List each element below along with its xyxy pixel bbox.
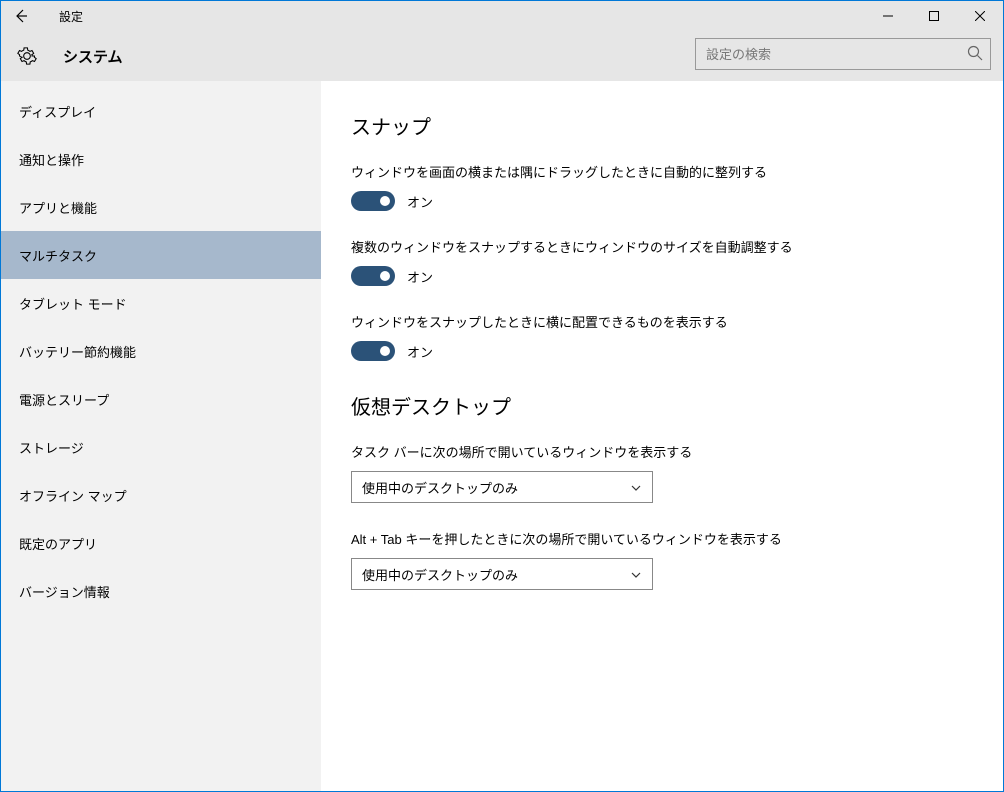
close-button[interactable] bbox=[957, 1, 1003, 31]
sidebar-item-multitask[interactable]: マルチタスク bbox=[1, 231, 321, 279]
sidebar-item-label: 通知と操作 bbox=[19, 150, 84, 169]
sidebar-item-apps[interactable]: アプリと機能 bbox=[1, 183, 321, 231]
back-button[interactable] bbox=[1, 1, 41, 31]
dropdown-value: 使用中のデスクトップのみ bbox=[362, 565, 518, 584]
snap-toggle-2[interactable] bbox=[351, 266, 395, 286]
sidebar-item-label: 電源とスリープ bbox=[19, 390, 109, 409]
snap-setting-2: 複数のウィンドウをスナップするときにウィンドウのサイズを自動調整する オン bbox=[351, 237, 973, 286]
sidebar-item-label: ストレージ bbox=[19, 438, 84, 457]
toggle-state-label: オン bbox=[407, 267, 433, 286]
setting-label: 複数のウィンドウをスナップするときにウィンドウのサイズを自動調整する bbox=[351, 237, 973, 256]
toggle-state-label: オン bbox=[407, 192, 433, 211]
sidebar-item-label: マルチタスク bbox=[19, 246, 97, 265]
sidebar-item-notifications[interactable]: 通知と操作 bbox=[1, 135, 321, 183]
header-bar: システム bbox=[1, 31, 1003, 81]
sidebar-item-label: タブレット モード bbox=[19, 294, 127, 313]
snap-setting-1: ウィンドウを画面の横または隅にドラッグしたときに自動的に整列する オン bbox=[351, 162, 973, 211]
setting-label: ウィンドウを画面の横または隅にドラッグしたときに自動的に整列する bbox=[351, 162, 973, 181]
chevron-down-icon bbox=[630, 482, 642, 494]
section-title: システム bbox=[63, 46, 123, 67]
window-title: 設定 bbox=[59, 8, 83, 25]
chevron-down-icon bbox=[630, 569, 642, 581]
sidebar-item-offline-maps[interactable]: オフライン マップ bbox=[1, 471, 321, 519]
sidebar-item-battery[interactable]: バッテリー節約機能 bbox=[1, 327, 321, 375]
vd-taskbar-setting: タスク バーに次の場所で開いているウィンドウを表示する 使用中のデスクトップのみ bbox=[351, 442, 973, 503]
titlebar: 設定 bbox=[1, 1, 1003, 31]
toggle-row: オン bbox=[351, 266, 973, 286]
snap-toggle-1[interactable] bbox=[351, 191, 395, 211]
snap-toggle-3[interactable] bbox=[351, 341, 395, 361]
sidebar-item-tablet[interactable]: タブレット モード bbox=[1, 279, 321, 327]
vd-taskbar-dropdown[interactable]: 使用中のデスクトップのみ bbox=[351, 471, 653, 503]
window-controls bbox=[865, 1, 1003, 31]
sidebar-item-label: バージョン情報 bbox=[19, 582, 110, 601]
maximize-icon bbox=[929, 11, 939, 21]
maximize-button[interactable] bbox=[911, 1, 957, 31]
sidebar-item-default-apps[interactable]: 既定のアプリ bbox=[1, 519, 321, 567]
toggle-knob bbox=[380, 196, 390, 206]
virtual-desktop-heading: 仮想デスクトップ bbox=[351, 391, 973, 420]
body: ディスプレイ 通知と操作 アプリと機能 マルチタスク タブレット モード バッテ… bbox=[1, 81, 1003, 791]
sidebar-item-label: バッテリー節約機能 bbox=[19, 342, 136, 361]
vd-alttab-setting: Alt + Tab キーを押したときに次の場所で開いているウィンドウを表示する … bbox=[351, 529, 973, 590]
search-container bbox=[695, 38, 991, 70]
sidebar-item-power[interactable]: 電源とスリープ bbox=[1, 375, 321, 423]
sidebar-item-label: 既定のアプリ bbox=[19, 534, 97, 553]
gear-icon bbox=[15, 44, 39, 68]
sidebar-item-label: ディスプレイ bbox=[19, 102, 96, 121]
snap-setting-3: ウィンドウをスナップしたときに横に配置できるものを表示する オン bbox=[351, 312, 973, 361]
toggle-row: オン bbox=[351, 341, 973, 361]
setting-label: ウィンドウをスナップしたときに横に配置できるものを表示する bbox=[351, 312, 973, 331]
sidebar-item-display[interactable]: ディスプレイ bbox=[1, 87, 321, 135]
sidebar-item-label: アプリと機能 bbox=[19, 198, 97, 217]
back-arrow-icon bbox=[13, 8, 29, 24]
sidebar-item-label: オフライン マップ bbox=[19, 486, 127, 505]
sidebar-item-about[interactable]: バージョン情報 bbox=[1, 567, 321, 615]
dropdown-value: 使用中のデスクトップのみ bbox=[362, 478, 518, 497]
vd-alttab-dropdown[interactable]: 使用中のデスクトップのみ bbox=[351, 558, 653, 590]
setting-label: タスク バーに次の場所で開いているウィンドウを表示する bbox=[351, 442, 973, 461]
setting-label: Alt + Tab キーを押したときに次の場所で開いているウィンドウを表示する bbox=[351, 529, 973, 548]
sidebar: ディスプレイ 通知と操作 アプリと機能 マルチタスク タブレット モード バッテ… bbox=[1, 81, 321, 791]
close-icon bbox=[975, 11, 985, 21]
toggle-knob bbox=[380, 271, 390, 281]
minimize-button[interactable] bbox=[865, 1, 911, 31]
minimize-icon bbox=[883, 11, 893, 21]
snap-heading: スナップ bbox=[351, 111, 973, 140]
toggle-row: オン bbox=[351, 191, 973, 211]
search-input[interactable] bbox=[695, 38, 991, 70]
toggle-state-label: オン bbox=[407, 342, 433, 361]
sidebar-item-storage[interactable]: ストレージ bbox=[1, 423, 321, 471]
toggle-knob bbox=[380, 346, 390, 356]
content-area: スナップ ウィンドウを画面の横または隅にドラッグしたときに自動的に整列する オン… bbox=[321, 81, 1003, 791]
